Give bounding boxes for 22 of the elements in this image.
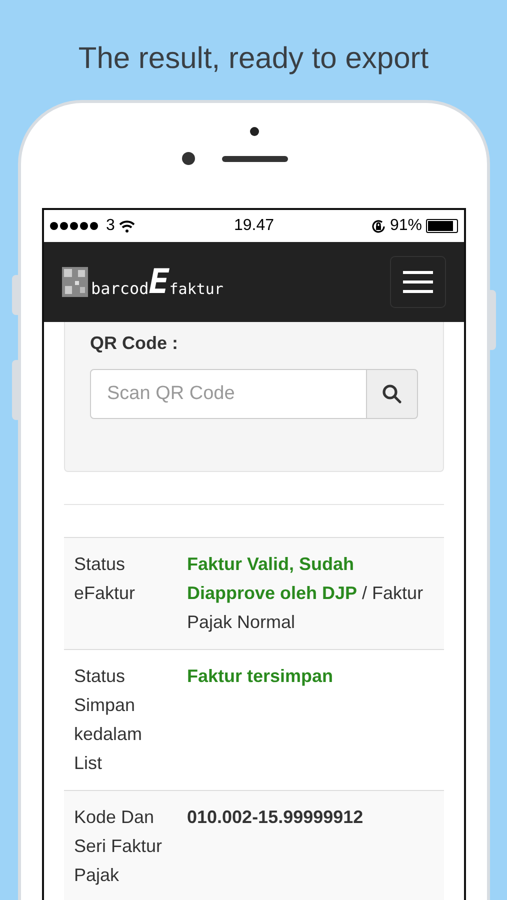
battery-icon: [426, 219, 458, 233]
field-label: QR Code :: [90, 332, 179, 355]
qr-code-input[interactable]: Scan QR Code: [90, 369, 367, 419]
row-value: Faktur tersimpan: [187, 665, 334, 688]
row-value: 010.002-15.99999912: [187, 806, 364, 829]
carrier-name: 3: [106, 216, 115, 236]
caption: The result, ready to export: [77, 41, 430, 77]
menu-button[interactable]: [390, 256, 446, 308]
speaker-grille: [222, 156, 288, 162]
app-logo: barcodEfaktur: [62, 267, 224, 297]
row-value: Faktur Valid, Sudah Diapprove oleh DJP / Faktur Pajak Normal: [187, 553, 424, 634]
battery-percent: 91%: [390, 216, 422, 236]
row-label: Status eFaktur: [74, 553, 136, 605]
search-icon: [382, 384, 402, 404]
row-label: Status Simpan kedalam List: [74, 665, 144, 775]
menu-icon: [403, 271, 433, 293]
row-label: Kode Dan Seri Faktur Pajak: [74, 806, 164, 887]
rotation-lock-icon: [370, 218, 386, 234]
search-button[interactable]: [367, 369, 418, 419]
clock-time: 19.47: [232, 216, 276, 236]
qr-code-icon: [62, 267, 88, 297]
wifi-icon: [118, 220, 135, 232]
